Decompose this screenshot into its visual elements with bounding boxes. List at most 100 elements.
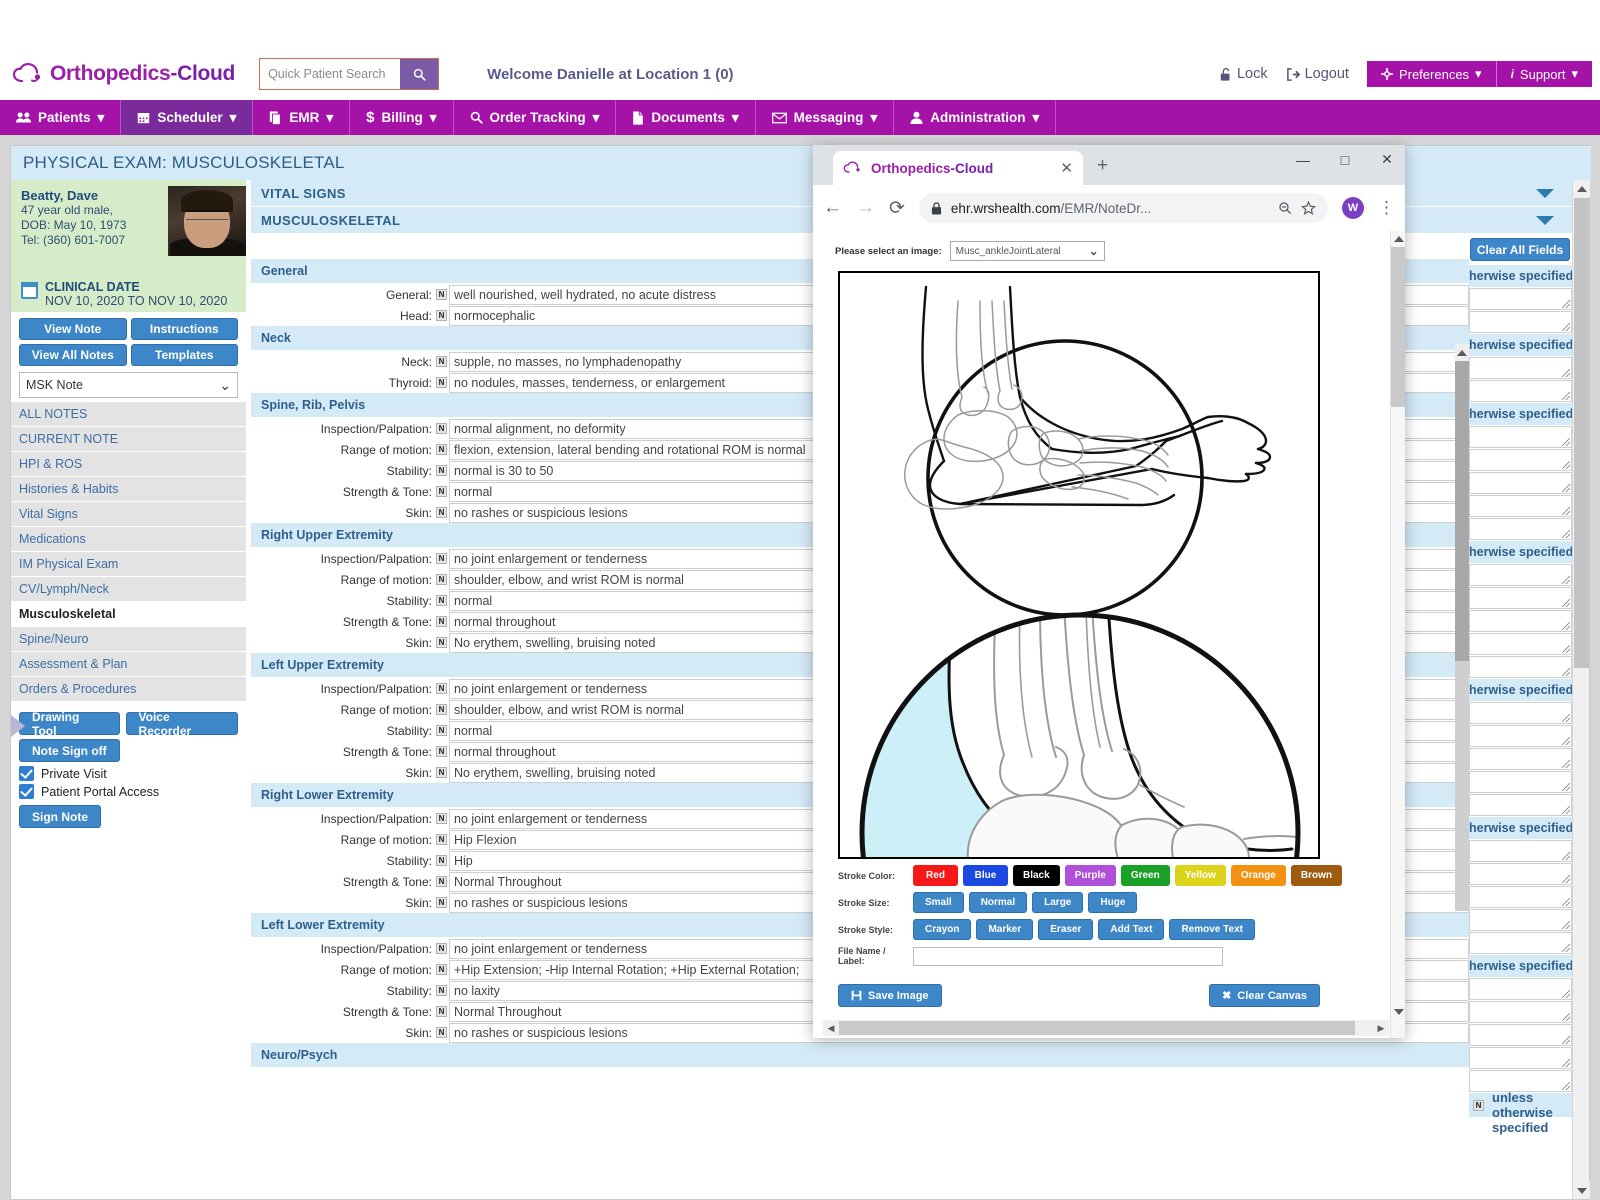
stroke-style-add-text[interactable]: Add Text bbox=[1098, 919, 1165, 940]
sidebar-item-musculoskeletal[interactable]: Musculoskeletal bbox=[11, 602, 246, 627]
section-header[interactable]: Neuro/Psych bbox=[251, 1043, 1469, 1068]
right-textarea[interactable] bbox=[1469, 311, 1572, 333]
right-textarea[interactable] bbox=[1469, 748, 1572, 770]
normal-badge[interactable]: N bbox=[436, 310, 447, 321]
avatar[interactable]: W bbox=[1342, 197, 1364, 219]
popup-vscroll-thumb[interactable] bbox=[1391, 247, 1405, 407]
browser-tab[interactable]: Orthopedics -Cloud ✕ bbox=[833, 151, 1083, 185]
sidebar-item-im-physical-exam[interactable]: IM Physical Exam bbox=[11, 552, 246, 577]
stroke-color-orange[interactable]: Orange bbox=[1230, 865, 1286, 886]
right-textarea[interactable] bbox=[1469, 886, 1572, 908]
view-note-button[interactable]: View Note bbox=[19, 318, 127, 340]
patient-portal-access-row[interactable]: Patient Portal Access bbox=[19, 784, 238, 799]
stroke-style-eraser[interactable]: Eraser bbox=[1038, 919, 1094, 940]
minimize-icon[interactable]: — bbox=[1295, 152, 1311, 168]
back-icon[interactable]: ← bbox=[823, 197, 842, 219]
normal-badge[interactable]: N bbox=[436, 876, 447, 887]
stroke-color-blue[interactable]: Blue bbox=[963, 865, 1008, 886]
stroke-size-huge[interactable]: Huge bbox=[1088, 892, 1138, 913]
close-tab-icon[interactable]: ✕ bbox=[1060, 159, 1073, 177]
normal-badge[interactable]: N bbox=[436, 486, 447, 497]
form-scroll-thumb[interactable] bbox=[1455, 361, 1469, 661]
logout-button[interactable]: Logout bbox=[1286, 66, 1349, 82]
sidebar-item-medications[interactable]: Medications bbox=[11, 527, 246, 552]
save-image-button[interactable]: Save Image bbox=[838, 984, 942, 1007]
view-all-notes-button[interactable]: View All Notes bbox=[19, 344, 127, 366]
lock-button[interactable]: Lock bbox=[1219, 66, 1268, 82]
popup-vscroll-up[interactable] bbox=[1391, 231, 1405, 247]
image-select-dropdown[interactable]: Musc_ankleJointLateral ⌄ bbox=[949, 241, 1105, 261]
right-textarea[interactable] bbox=[1469, 495, 1572, 517]
drawing-tool-button[interactable]: Drawing Tool bbox=[19, 710, 120, 738]
normal-badge[interactable]: N bbox=[436, 834, 447, 845]
note-type-select[interactable]: MSK Note ⌄ bbox=[19, 372, 238, 398]
form-scroll-up[interactable] bbox=[1455, 344, 1469, 361]
clear-canvas-button[interactable]: ✖ Clear Canvas bbox=[1209, 984, 1320, 1007]
normal-badge[interactable]: N bbox=[436, 725, 447, 736]
stroke-size-normal[interactable]: Normal bbox=[968, 892, 1028, 913]
right-textarea[interactable] bbox=[1469, 449, 1572, 471]
page-scroll-down[interactable] bbox=[1573, 1182, 1590, 1199]
stroke-color-yellow[interactable]: Yellow bbox=[1174, 865, 1226, 886]
right-textarea[interactable] bbox=[1469, 633, 1572, 655]
private-visit-row[interactable]: Private Visit bbox=[19, 766, 238, 781]
right-textarea[interactable] bbox=[1469, 840, 1572, 862]
stroke-color-red[interactable]: Red bbox=[913, 865, 958, 886]
normal-badge[interactable]: N bbox=[436, 507, 447, 518]
search-input[interactable] bbox=[260, 59, 401, 89]
normal-badge[interactable]: N bbox=[436, 964, 447, 975]
templates-button[interactable]: Templates bbox=[130, 344, 238, 366]
right-textarea[interactable] bbox=[1469, 288, 1572, 310]
voice-recorder-button[interactable]: Voice Recorder bbox=[125, 710, 238, 738]
normal-badge[interactable]: N bbox=[436, 553, 447, 564]
normal-badge[interactable]: N bbox=[436, 985, 447, 996]
normal-badge[interactable]: N bbox=[436, 1027, 447, 1038]
patient-portal-access-checkbox[interactable] bbox=[19, 784, 34, 799]
right-textarea[interactable] bbox=[1469, 725, 1572, 747]
clear-all-fields-button[interactable]: Clear All Fields bbox=[1470, 238, 1570, 261]
right-textarea[interactable] bbox=[1469, 587, 1572, 609]
right-textarea[interactable] bbox=[1469, 518, 1572, 540]
hscroll-left-icon[interactable]: ◀ bbox=[823, 1023, 839, 1034]
normal-badge[interactable]: N bbox=[436, 377, 447, 388]
search-button[interactable] bbox=[400, 59, 439, 89]
reload-icon[interactable]: ⟳ bbox=[889, 197, 905, 220]
kebab-menu-icon[interactable]: ⋮ bbox=[1378, 199, 1395, 216]
normal-badge[interactable]: N bbox=[436, 356, 447, 367]
note-signoff-button[interactable]: Note Sign off bbox=[19, 739, 120, 762]
hscroll-track[interactable] bbox=[839, 1021, 1373, 1035]
normal-badge[interactable]: N bbox=[436, 855, 447, 866]
right-textarea[interactable] bbox=[1469, 656, 1572, 678]
nav-item-order-tracking[interactable]: Order Tracking ▾ bbox=[454, 100, 617, 135]
instructions-button[interactable]: Instructions bbox=[130, 318, 238, 340]
normal-badge[interactable]: N bbox=[436, 1006, 447, 1017]
stroke-color-brown[interactable]: Brown bbox=[1290, 865, 1342, 886]
normal-badge[interactable]: N bbox=[436, 465, 447, 476]
sidebar-item-cv-lymph-neck[interactable]: CV/Lymph/Neck bbox=[11, 577, 246, 602]
normal-badge[interactable]: N bbox=[436, 683, 447, 694]
nav-item-administration[interactable]: Administration ▾ bbox=[894, 100, 1057, 135]
sidebar-item-assessment-plan[interactable]: Assessment & Plan bbox=[11, 652, 246, 677]
right-textarea[interactable] bbox=[1469, 932, 1572, 954]
page-scroll-thumb[interactable] bbox=[1574, 198, 1589, 668]
new-tab-icon[interactable]: + bbox=[1097, 155, 1108, 177]
sidebar-item-orders-procedures[interactable]: Orders & Procedures bbox=[11, 677, 246, 702]
normal-badge[interactable]: N bbox=[436, 595, 447, 606]
sidebar-item-vital-signs[interactable]: Vital Signs bbox=[11, 502, 246, 527]
sidebar-item-current-note[interactable]: CURRENT NOTE bbox=[11, 427, 246, 452]
sign-note-button[interactable]: Sign Note bbox=[19, 805, 101, 828]
right-textarea[interactable] bbox=[1469, 1047, 1572, 1069]
nav-item-scheduler[interactable]: Scheduler ▾ bbox=[121, 100, 254, 135]
sidebar-item-hpi-ros[interactable]: HPI & ROS bbox=[11, 452, 246, 477]
hscroll-right-icon[interactable]: ▶ bbox=[1373, 1023, 1389, 1034]
right-textarea[interactable] bbox=[1469, 1070, 1572, 1092]
normal-badge[interactable]: N bbox=[436, 943, 447, 954]
right-textarea[interactable] bbox=[1469, 702, 1572, 724]
right-textarea[interactable] bbox=[1469, 357, 1572, 379]
normal-badge[interactable]: N bbox=[436, 637, 447, 648]
normal-badge[interactable]: N bbox=[436, 897, 447, 908]
right-textarea[interactable] bbox=[1469, 771, 1572, 793]
stroke-style-crayon[interactable]: Crayon bbox=[913, 919, 972, 940]
stroke-color-purple[interactable]: Purple bbox=[1064, 865, 1116, 886]
right-textarea[interactable] bbox=[1469, 863, 1572, 885]
